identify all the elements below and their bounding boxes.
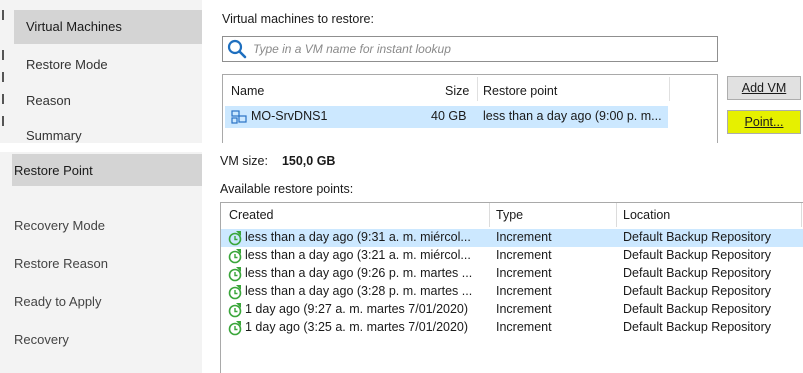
- column-header-type[interactable]: Type: [496, 203, 523, 227]
- point-label: Point...: [744, 115, 784, 129]
- table-row[interactable]: 1 day ago (3:25 a. m. martes 7/01/2020) …: [221, 319, 803, 337]
- vm-search-input[interactable]: Type in a VM name for instant lookup: [222, 36, 718, 62]
- column-header-name[interactable]: Name: [231, 84, 264, 98]
- vm-size-value: 150,0 GB: [281, 154, 336, 168]
- column-divider: [477, 77, 478, 101]
- step-virtual-machines[interactable]: Virtual Machines: [14, 10, 202, 44]
- column-header-created[interactable]: Created: [229, 203, 273, 227]
- vm-size-readout: VM size: 150,0 GB: [220, 154, 335, 168]
- edge-mark: [2, 10, 4, 20]
- location-cell: Default Backup Repository: [623, 302, 771, 316]
- step-restore-point[interactable]: Restore Point: [12, 154, 202, 186]
- location-cell: Default Backup Repository: [623, 248, 771, 262]
- restore-point-icon: [228, 231, 242, 246]
- created-cell: less than a day ago (3:21 a. m. miércol.…: [245, 248, 471, 262]
- location-cell: Default Backup Repository: [623, 266, 771, 280]
- step-ready-to-apply[interactable]: Ready to Apply: [14, 294, 101, 309]
- type-cell: Increment: [496, 230, 552, 244]
- table-row[interactable]: less than a day ago (9:26 p. m. martes .…: [221, 265, 803, 283]
- location-cell: Default Backup Repository: [623, 284, 771, 298]
- vm-restore-point: less than a day ago (9:00 p. m...: [483, 109, 662, 123]
- table-row[interactable]: less than a day ago (3:28 p. m. martes .…: [221, 283, 803, 301]
- vm-icon: [231, 110, 247, 124]
- created-cell: less than a day ago (9:31 a. m. miércol.…: [245, 230, 471, 244]
- wizard-steps-sidebar: Virtual Machines Restore Mode Reason Sum…: [0, 0, 202, 143]
- step-recovery[interactable]: Recovery: [14, 332, 69, 347]
- edge-mark: [2, 50, 4, 60]
- table-row[interactable]: less than a day ago (9:31 a. m. miércol.…: [221, 229, 803, 247]
- location-cell: Default Backup Repository: [623, 320, 771, 334]
- location-cell: Default Backup Repository: [623, 230, 771, 244]
- vm-name: MO-SrvDNS1: [251, 109, 328, 123]
- vm-size-label: VM size:: [220, 154, 268, 168]
- restore-point-icon: [228, 267, 242, 282]
- column-header-location[interactable]: Location: [623, 203, 670, 227]
- type-cell: Increment: [496, 320, 552, 334]
- add-vm-label: Add VM: [741, 81, 787, 95]
- column-header-restore-point[interactable]: Restore point: [483, 84, 557, 98]
- table-row[interactable]: MO-SrvDNS1 40 GB less than a day ago (9:…: [225, 106, 668, 128]
- type-cell: Increment: [496, 248, 552, 262]
- step-reason[interactable]: Reason: [26, 93, 71, 108]
- available-restore-points-label: Available restore points:: [220, 182, 354, 196]
- type-cell: Increment: [496, 284, 552, 298]
- created-cell: less than a day ago (3:28 p. m. martes .…: [245, 284, 473, 298]
- restore-point-icon: [228, 321, 242, 336]
- column-divider: [669, 77, 670, 101]
- edge-mark: [2, 72, 4, 82]
- step-label: Virtual Machines: [26, 19, 122, 34]
- vm-restore-wizard-top: Virtual Machines Restore Mode Reason Sum…: [0, 0, 803, 143]
- type-cell: Increment: [496, 266, 552, 280]
- column-divider: [801, 203, 802, 227]
- step-label: Restore Point: [14, 163, 93, 178]
- step-restore-mode[interactable]: Restore Mode: [26, 57, 108, 72]
- restore-point-icon: [228, 303, 242, 318]
- created-cell: 1 day ago (9:27 a. m. martes 7/01/2020): [245, 302, 469, 316]
- column-header-size[interactable]: Size: [445, 84, 469, 98]
- table-row[interactable]: 1 day ago (9:27 a. m. martes 7/01/2020) …: [221, 301, 803, 319]
- created-cell: less than a day ago (9:26 p. m. martes .…: [245, 266, 473, 280]
- restore-points-table: Created Type Location less than a day ag…: [220, 202, 803, 373]
- search-icon: [227, 39, 247, 59]
- vm-size: 40 GB: [431, 109, 467, 123]
- edge-mark: [2, 116, 4, 126]
- column-divider: [616, 203, 617, 227]
- wizard-steps-sidebar: Restore Point Recovery Mode Restore Reas…: [0, 152, 202, 373]
- step-summary[interactable]: Summary: [26, 128, 82, 143]
- search-placeholder: Type in a VM name for instant lookup: [253, 42, 451, 56]
- step-recovery-mode[interactable]: Recovery Mode: [14, 218, 105, 233]
- add-vm-button[interactable]: Add VM: [727, 76, 801, 100]
- column-divider: [489, 203, 490, 227]
- restore-point-wizard-bottom: Restore Point Recovery Mode Restore Reas…: [0, 152, 803, 373]
- restore-point-icon: [228, 285, 242, 300]
- vm-table: Name Size Restore point MO-SrvDNS1 40 GB…: [222, 74, 718, 143]
- edge-mark: [2, 94, 4, 104]
- point-button[interactable]: Point...: [727, 110, 801, 134]
- type-cell: Increment: [496, 302, 552, 316]
- created-cell: 1 day ago (3:25 a. m. martes 7/01/2020): [245, 320, 469, 334]
- restore-point-icon: [228, 249, 242, 264]
- vm-list-label: Virtual machines to restore:: [222, 12, 374, 26]
- step-restore-reason[interactable]: Restore Reason: [14, 256, 108, 271]
- table-row[interactable]: less than a day ago (3:21 a. m. miércol.…: [221, 247, 803, 265]
